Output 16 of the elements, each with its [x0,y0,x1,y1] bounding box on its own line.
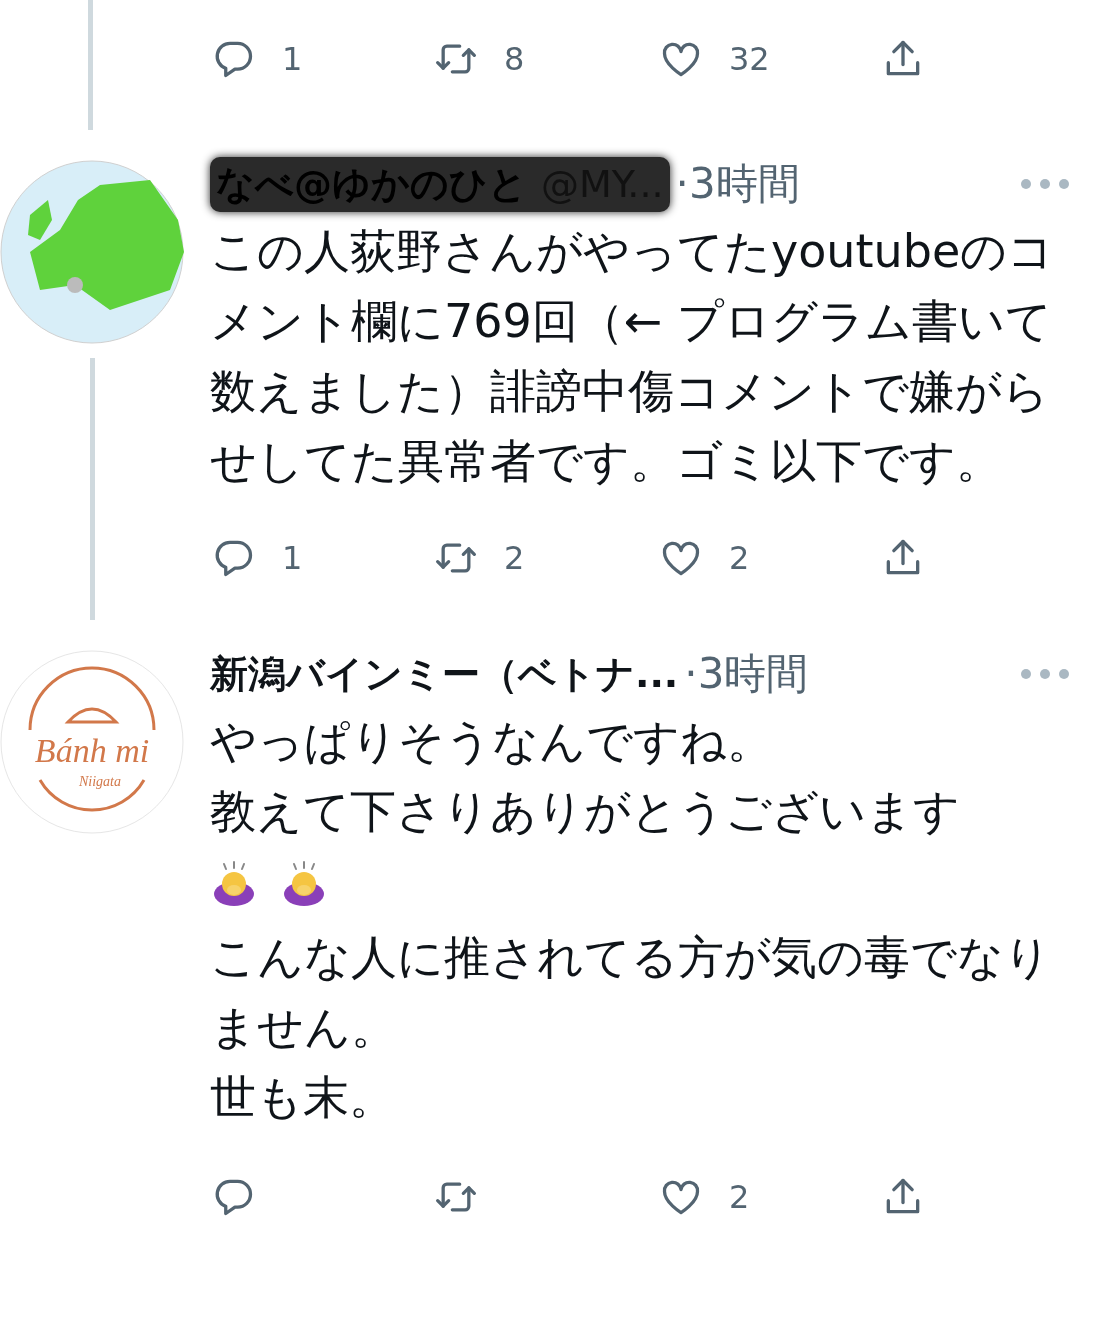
tweet-text: こんな人に推されてる方が気の毒でなりません。 [210,929,1052,1056]
tweet-text: やっぱりそうなんですね。 [210,713,774,770]
display-name: 新潟バインミー（ベトナ... [210,650,679,698]
timestamp: ·3時間 [675,158,800,210]
action-count: 1 [282,539,303,577]
action-count: 2 [729,1178,750,1216]
timestamp: ·3時間 [684,648,809,700]
tweet-text: 教えて下さりありがとうございます [210,783,961,840]
action-count: 8 [504,40,525,78]
tweet-text: この人荻野さんがやってたyoutubeのコメント欄に769回（← プログラム書いて数えました）誹謗中傷コメントで嫌がらせしてた異常者です。ゴミ以下です。 [210,223,1056,490]
logo-avatar[interactable]: Bánh mi Niigata [0,650,184,834]
action-count: 1 [282,40,303,78]
tweet-text: 世も末。 [210,1069,396,1126]
action-count: 2 [504,539,525,577]
action-count: 32 [729,40,770,78]
action-count: 2 [729,539,750,577]
